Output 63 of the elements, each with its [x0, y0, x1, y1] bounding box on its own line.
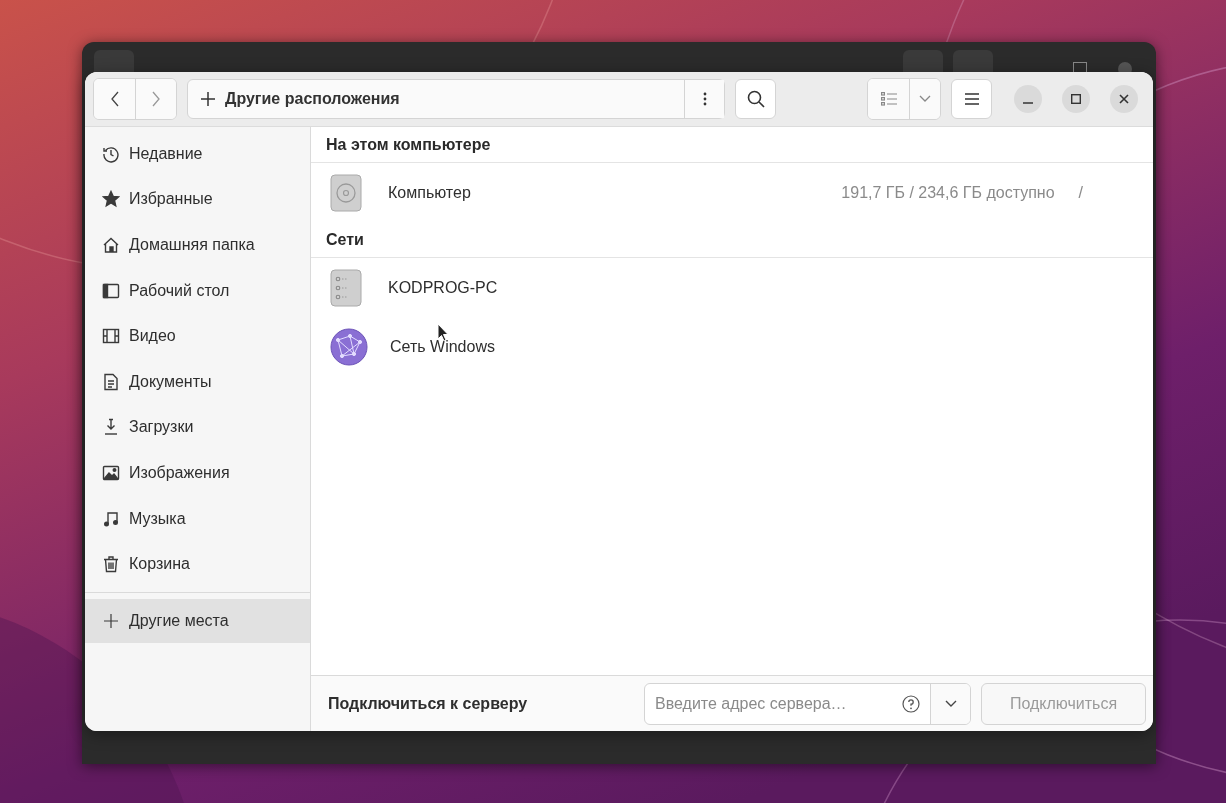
search-icon	[746, 90, 765, 108]
forward-icon	[151, 91, 161, 107]
chevron-down-icon	[919, 95, 931, 103]
close-icon	[1119, 94, 1129, 104]
plus-icon	[201, 92, 215, 106]
section-heading: Сети	[311, 222, 1153, 258]
globe-network-icon	[330, 327, 368, 366]
location-row[interactable]: KODPROG-PC	[311, 258, 1153, 317]
document-icon	[102, 372, 120, 391]
connect-label: Подключиться к серверу	[328, 694, 529, 713]
minimize-button[interactable]	[1014, 85, 1042, 113]
location-label: Другие расположения	[225, 90, 401, 108]
sidebar-item[interactable]: Изображения	[85, 450, 310, 496]
list-icon	[880, 92, 897, 106]
menu-icon	[963, 93, 980, 105]
server-address-field[interactable]: Введите адрес сервера…	[655, 694, 902, 713]
search-button[interactable]	[735, 79, 776, 119]
sidebar-item[interactable]: Видео	[85, 313, 310, 359]
clock-icon	[102, 144, 120, 163]
server-icon	[330, 268, 362, 307]
history-dropdown-button[interactable]	[930, 683, 970, 724]
drive-icon	[330, 173, 362, 212]
maximize-icon	[1071, 94, 1081, 104]
new-tab-button[interactable]	[94, 50, 134, 72]
music-note-icon	[102, 509, 120, 528]
server-address-combo[interactable]: Введите адрес сервера…	[644, 682, 971, 725]
sidebar-item[interactable]: Корзина	[85, 541, 310, 587]
forward-button[interactable]	[135, 79, 176, 119]
minimize-icon	[1023, 102, 1033, 104]
sidebar-item[interactable]: Другие места	[85, 598, 310, 643]
disk-space-label: 191,7 ГБ / 234,6 ГБ доступно	[841, 183, 1055, 202]
sidebar-item[interactable]: Домашняя папка	[85, 222, 310, 268]
mouse-cursor-icon	[437, 323, 449, 342]
plus-icon	[102, 611, 120, 630]
more-icon	[702, 92, 707, 106]
location-row[interactable]: Компьютер 191,7 ГБ / 234,6 ГБ доступно /	[311, 163, 1153, 222]
mount-point-label: /	[1078, 183, 1083, 202]
location-name: KODPROG-PC	[388, 278, 499, 297]
film-icon	[102, 327, 120, 346]
trash-icon	[102, 555, 120, 574]
sidebar-item[interactable]: Загрузки	[85, 404, 310, 451]
sidebar-item[interactable]: Недавние	[85, 131, 310, 177]
section-heading: На этом компьютере	[311, 127, 1153, 163]
location-bar[interactable]: Другие расположения	[187, 79, 725, 119]
image-icon	[102, 463, 120, 482]
location-name: Компьютер	[388, 183, 472, 202]
sidebar-item[interactable]: Избранные	[85, 176, 310, 223]
view-options-button[interactable]	[909, 79, 940, 119]
sidebar-item[interactable]: Рабочий стол	[85, 267, 310, 314]
maximize-button[interactable]	[1062, 85, 1090, 113]
back-icon	[109, 91, 120, 107]
desktop-icon	[102, 281, 120, 300]
sidebar-item[interactable]: Документы	[85, 358, 310, 405]
sidebar-item[interactable]: Музыка	[85, 495, 310, 542]
download-icon	[102, 418, 120, 437]
location-name: Сеть Windows	[390, 337, 496, 356]
location-row[interactable]: Сеть Windows	[311, 317, 1153, 376]
help-icon	[902, 694, 920, 713]
home-icon	[102, 236, 120, 254]
more-button[interactable]	[684, 80, 724, 118]
menu-button[interactable]	[951, 79, 992, 119]
star-icon	[102, 190, 120, 209]
chevron-down-icon	[944, 699, 957, 708]
